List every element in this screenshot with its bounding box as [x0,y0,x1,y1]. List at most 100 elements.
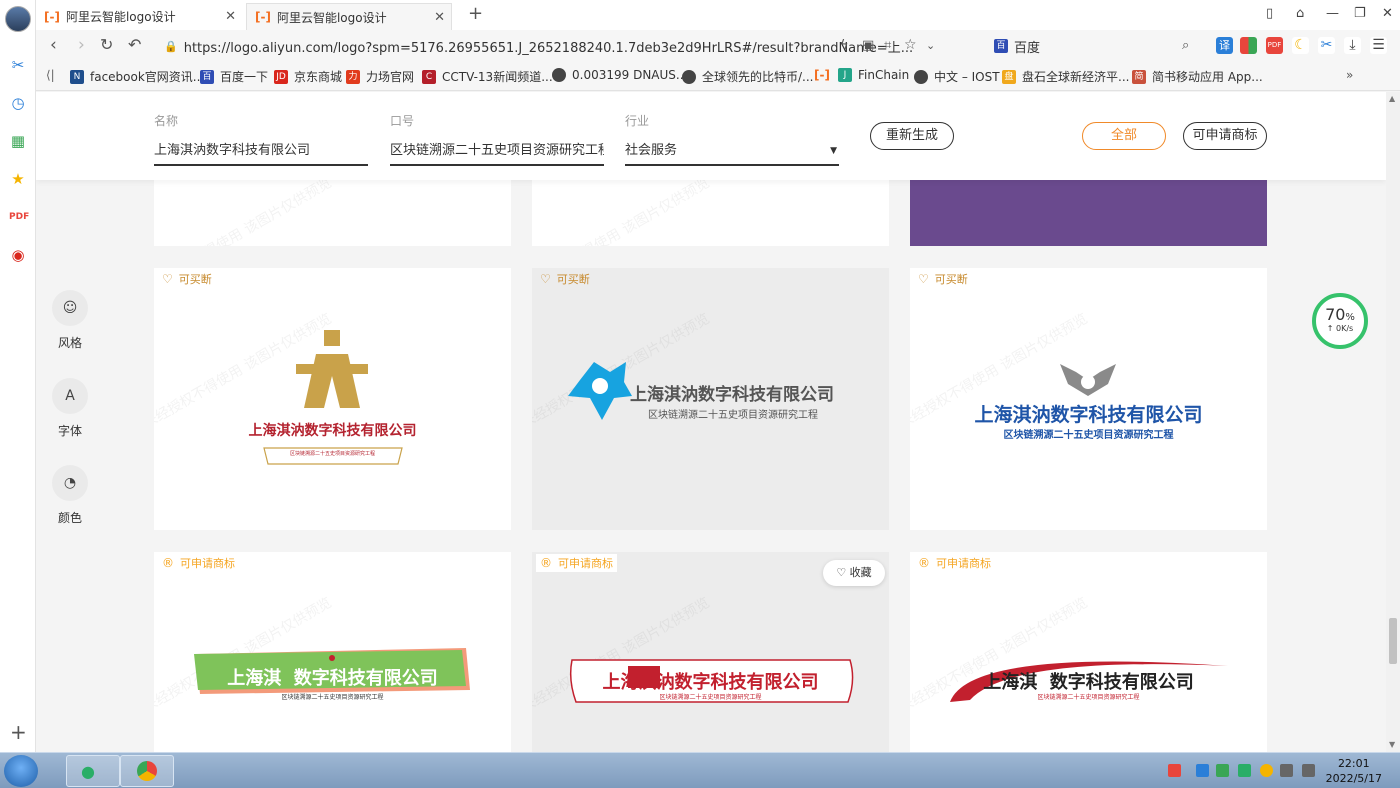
regenerate-button[interactable]: 重新生成 [870,122,954,150]
chevron-down-icon[interactable]: ⌄ [926,39,935,52]
font-tool[interactable]: A 字体 [52,378,88,439]
add-icon[interactable]: + [10,720,27,744]
logo-card[interactable]: ®可申请商标 未经授权不得使用 该图片仅供预览 上海淇 数字科技有限公司 区块链… [910,552,1267,752]
baidu-icon: 百 [994,39,1008,53]
registrable-filter-button[interactable]: 可申请商标 [1183,122,1267,150]
name-input[interactable]: 上海淇汭数字科技有限公司 [154,139,368,166]
tab-1[interactable]: [-] 阿里云智能logo设计 ✕ [36,3,242,30]
lightning-icon[interactable]: ϟ [840,38,849,53]
apps-icon[interactable]: ▦ [9,132,27,150]
bookmark-3[interactable]: JD 京东商城 [274,68,342,85]
bookmark-icon: JD [274,69,288,84]
search-engine-box[interactable]: 百 百度 [994,35,1200,57]
pdf-ext-icon[interactable]: PDF [1266,37,1283,54]
tray-icon[interactable] [1168,764,1181,777]
logo-slogan-text: 区块链溯源二十五史项目资源研究工程 [659,694,762,701]
search-icon[interactable]: ⌕ [1182,38,1189,53]
bookmark-12[interactable]: 简简书移动应用 App... [1132,68,1263,85]
bookmark-10[interactable]: 中文 – IOST [914,68,1000,85]
menu-icon[interactable]: ☰ [1370,37,1387,54]
weibo-icon[interactable]: ◉ [9,246,27,264]
color-tool[interactable]: ◔ 颜色 [52,465,88,526]
forward-icon[interactable]: › [78,35,85,55]
scroll-up-icon[interactable]: ▲ [1389,94,1395,103]
slogan-input[interactable]: 区块链溯源二十五史项目资源研究工程 [390,139,604,166]
color-label: 颜色 [57,511,82,525]
aliyun-icon: [-] [255,10,271,24]
bookmark-5[interactable]: C CCTV-13新闻频道... [422,68,553,85]
close-window-button[interactable]: ✕ [1382,6,1393,21]
logo-card[interactable]: ♡ 可买断 未经授权不得使用 该图片仅供预览 上海淇汭数字科技有限公司 区块链溯源… [154,268,511,530]
network-speed-widget[interactable]: 70% ↑ 0K/s [1312,293,1368,349]
shield-icon[interactable] [1216,764,1229,777]
logo-slogan-text: 区块链溯源二十五史项目资源研究工程 [281,694,384,701]
all-filter-button[interactable]: 全部 [1082,122,1166,150]
network-icon[interactable] [1280,764,1293,777]
bookmark-icon: J [838,68,852,82]
bookmark-2[interactable]: 百百度一下 [200,68,268,85]
style-tool[interactable]: ☺ 风格 [52,290,88,351]
translate-ext-icon[interactable]: 译 [1216,37,1233,54]
bookmark-4[interactable]: 力力场官网 [346,68,414,85]
windows-ext-icon[interactable] [1240,37,1257,54]
caret-down-icon: ▼ [830,146,837,156]
logo-card[interactable]: ♡ 可买断 未经授权不得使用 该图片仅供预览 上海淇汭数字科技有限公司 区块链溯源… [532,268,889,530]
bookmark-label: FinChain [858,68,910,82]
clock[interactable]: 22:01 2022/5/17 [1326,756,1382,786]
qrcode-icon[interactable]: ▣ [862,38,874,53]
color-icon: ◔ [52,465,88,501]
sidebar-toggle-icon[interactable]: ▯ [1266,6,1273,21]
minimize-button[interactable]: — [1326,6,1339,21]
wechat-taskbar-app[interactable]: ● [66,755,120,787]
browser-taskbar-app[interactable] [120,755,174,787]
scissors-ext-icon[interactable]: ✂ [1318,37,1335,54]
bookmark-6[interactable]: 0.003199 DNAUS... [552,68,687,82]
translate-icon[interactable]: ⌗ [884,38,891,53]
scroll-down-icon[interactable]: ▼ [1389,740,1395,749]
wechat-tray-icon[interactable] [1238,764,1251,777]
bookmarks-more-icon[interactable]: » [1346,68,1353,82]
bookmark-1[interactable]: Nfacebook官网资讯... [70,68,204,85]
maximize-button[interactable]: ❐ [1354,6,1366,21]
close-icon[interactable]: ✕ [225,9,236,24]
bookmarks-collapse-icon[interactable]: ⟨| [46,68,55,82]
tray-icon[interactable] [1260,764,1273,777]
logo-card[interactable]: ® 可申请商标 未经授权不得使用 该图片仅供预览 ♡ 收藏 上海淇汭数字科技有限公… [532,552,889,752]
back-icon[interactable]: ‹ [50,35,57,55]
bookmark-8[interactable]: [-] [814,68,830,82]
bookmark-star-icon[interactable]: ☆ [904,37,917,53]
clock-time: 22:01 [1337,757,1370,770]
logo-card[interactable]: ♡ 可买断 未经授权不得使用 该图片仅供预览 上海淇汭数字科技有限公司 区块链溯源… [910,268,1267,530]
new-tab-button[interactable]: + [468,3,483,24]
tab-title: 阿里云智能logo设计 [65,10,176,24]
speed-rate: ↑ 0K/s [1326,324,1354,333]
page-scrollbar[interactable]: ▲ ▼ [1386,92,1400,752]
scissors-icon[interactable]: ✂ [9,56,27,74]
bookmark-9[interactable]: J FinChain [838,68,909,82]
undo-icon[interactable]: ↶ [128,35,141,54]
clock-icon[interactable]: ◷ [9,94,27,112]
speed-percent-unit: % [1345,312,1355,323]
tray-icon[interactable] [1196,764,1209,777]
moon-ext-icon[interactable]: ☾ [1292,37,1309,54]
industry-select[interactable]: 社会服务 [625,139,839,166]
wechat-icon: ● [81,762,95,781]
user-avatar[interactable] [5,6,31,32]
tab-2[interactable]: [-] 阿里云智能logo设计 ✕ [246,3,452,30]
volume-icon[interactable] [1302,764,1315,777]
reload-icon[interactable]: ↻ [100,35,113,54]
logo-company-text: 上海淇 数字科技有限公司 [227,668,438,689]
download-icon[interactable]: ⤓ [1344,37,1361,54]
bookmark-11[interactable]: 盘盘石全球新经济平... [1002,68,1129,85]
skin-icon[interactable]: ⌂ [1296,6,1304,21]
start-button[interactable] [4,755,38,787]
url-field[interactable]: 🔒 https://logo.aliyun.com/logo?spm=5176.… [164,34,984,58]
close-icon[interactable]: ✕ [434,10,445,25]
logo-artwork [950,661,1228,702]
star-icon[interactable]: ★ [9,170,27,188]
scroll-thumb[interactable] [1389,618,1397,664]
pdf-icon[interactable]: PDF [9,208,29,226]
bookmark-7[interactable]: 全球领先的比特币/... [682,68,814,85]
logo-card[interactable]: ®可申请商标 未经授权不得使用 该图片仅供预览 上海淇 数字科技有限公司 区块链… [154,552,511,752]
logo-form: 名称 上海淇汭数字科技有限公司 口号 区块链溯源二十五史项目资源研究工程 行业 … [36,92,1386,180]
